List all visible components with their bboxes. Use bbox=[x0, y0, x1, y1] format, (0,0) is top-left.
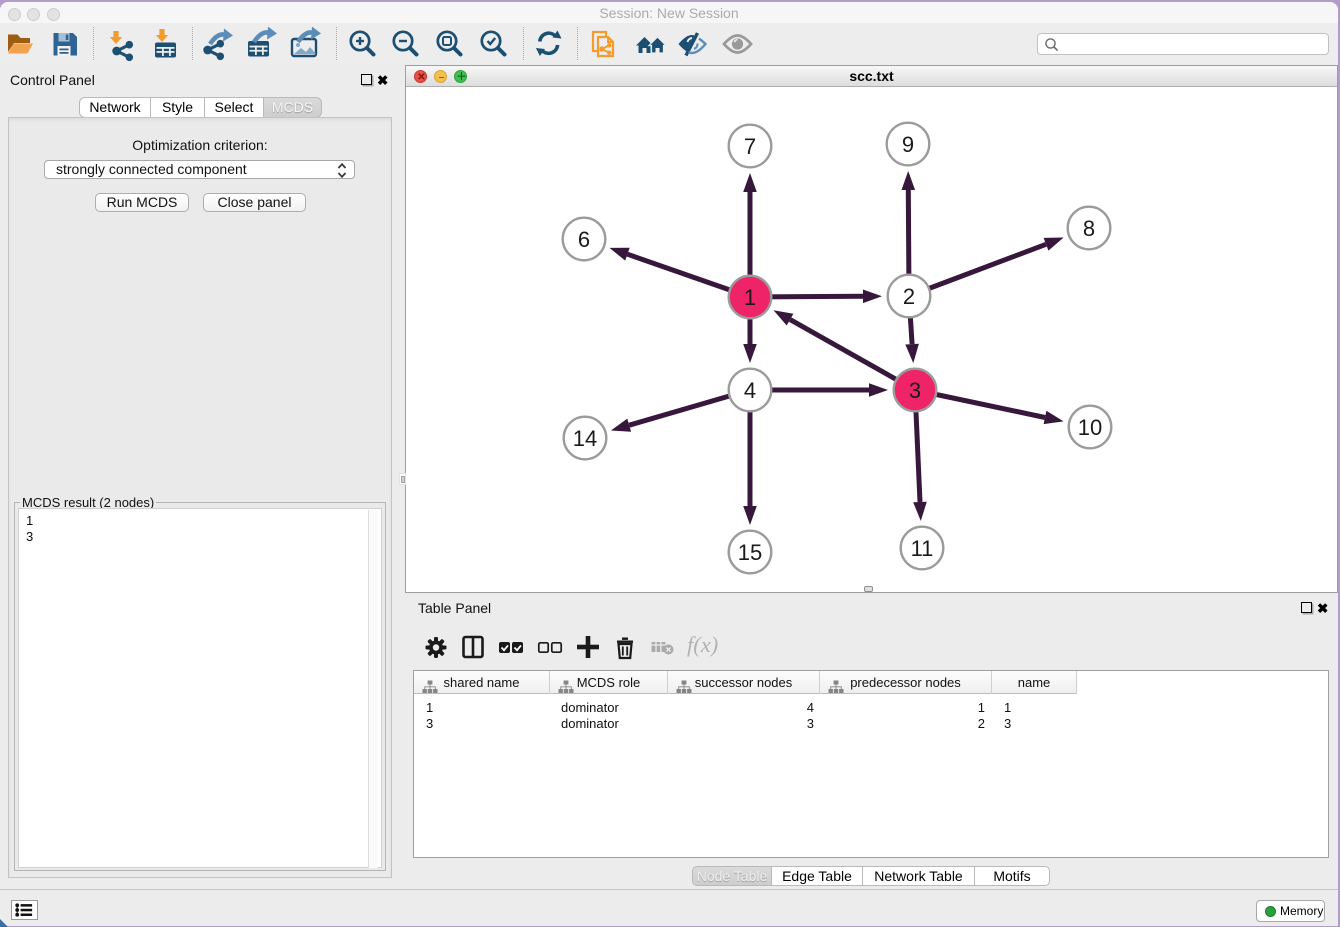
svg-text:2: 2 bbox=[903, 284, 915, 309]
svg-text:10: 10 bbox=[1078, 415, 1102, 440]
svg-text:8: 8 bbox=[1083, 216, 1095, 241]
svg-text:4: 4 bbox=[744, 378, 756, 403]
svg-text:9: 9 bbox=[902, 132, 914, 157]
svg-text:3: 3 bbox=[909, 378, 921, 403]
svg-text:1: 1 bbox=[744, 285, 756, 310]
svg-text:7: 7 bbox=[744, 134, 756, 159]
svg-text:14: 14 bbox=[573, 426, 597, 451]
svg-text:6: 6 bbox=[578, 227, 590, 252]
svg-text:15: 15 bbox=[738, 540, 762, 565]
svg-text:11: 11 bbox=[911, 536, 934, 561]
